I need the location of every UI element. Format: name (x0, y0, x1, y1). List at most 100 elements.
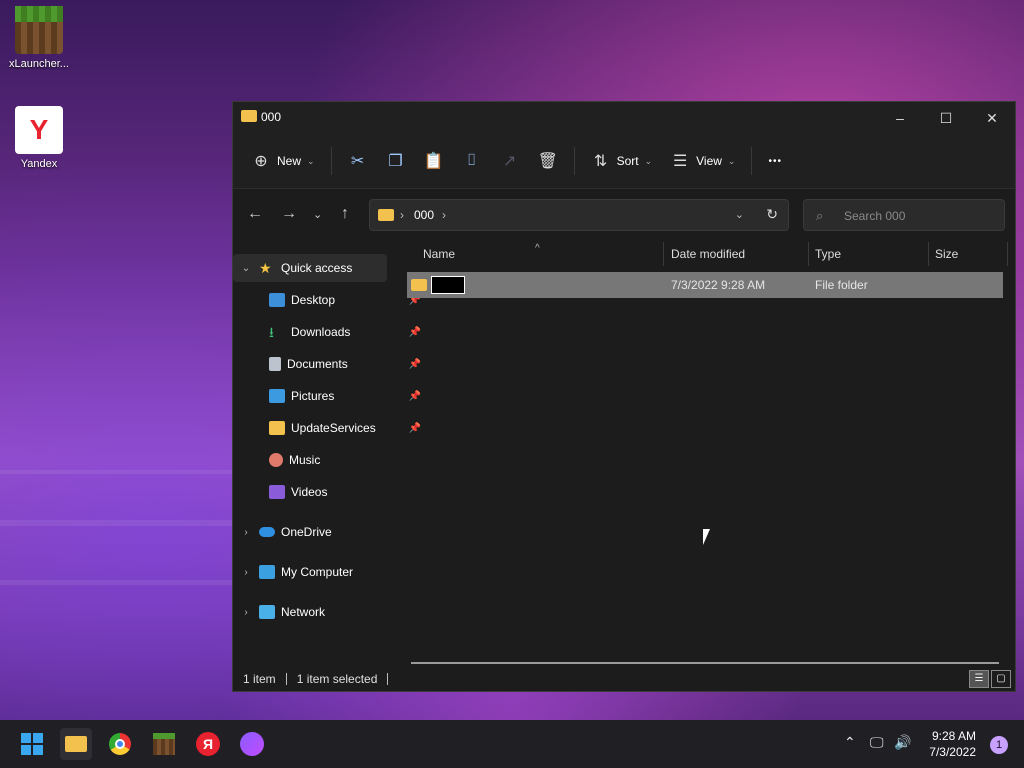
wallpaper-streak (0, 470, 232, 474)
folder-icon (241, 110, 257, 122)
delete-button[interactable]: 🗑 (530, 145, 566, 177)
forward-arrow-icon[interactable]: → (281, 205, 297, 223)
nav-item-label: Desktop (291, 293, 336, 307)
notification-badge[interactable]: 1 (990, 736, 1008, 754)
nav-item-my-computer[interactable]: › My Computer (233, 558, 387, 586)
address-row: ← → ⌄ ↑ › 000 › ⌄ ↻ ⌕ Search 000 (233, 189, 1015, 241)
chevron-down-icon: ⌄ (644, 155, 653, 166)
file-list: Name ^ Date modified Type Size 7/3/2022 … (393, 242, 1008, 662)
alice-icon[interactable] (236, 728, 268, 760)
details-view-icon[interactable]: ☰ (969, 670, 989, 688)
nav-quick-access[interactable]: ⌄ ★ Quick access (233, 254, 387, 282)
file-explorer-icon[interactable] (60, 728, 92, 760)
column-header-name[interactable]: Name (423, 242, 455, 266)
view-button[interactable]: ☰ View ⌄ (662, 145, 743, 177)
nav-item-label: Documents (287, 357, 348, 371)
column-separator[interactable] (1007, 242, 1008, 266)
network-status-icon[interactable]: 🖵 (870, 734, 884, 751)
videos-icon (269, 485, 285, 499)
command-bar: ⊕ New ⌄ ✂ ❐ 📋 ⌷ ↗ 🗑 ⇅ Sort ⌄ ☰ View ⌄ ••… (233, 134, 1015, 189)
column-separator[interactable] (808, 242, 809, 266)
nav-item-label: Quick access (281, 261, 353, 275)
column-separator[interactable] (928, 242, 929, 266)
nav-item-label: Downloads (291, 325, 351, 339)
chevron-right-icon: › (244, 526, 248, 538)
mouse-cursor-icon (703, 529, 710, 545)
chevron-down-icon: ⌄ (241, 262, 251, 274)
plus-icon: ⊕ (254, 153, 268, 170)
column-header-type[interactable]: Type (815, 242, 841, 266)
column-header-size[interactable]: Size (935, 242, 958, 266)
folder-icon (378, 209, 394, 221)
back-arrow-icon[interactable]: ← (247, 205, 263, 223)
minecraft-launcher-icon[interactable] (148, 728, 180, 760)
documents-icon (269, 357, 281, 371)
desktop-icon-xlauncher[interactable]: xLauncher... (1, 6, 77, 70)
onedrive-icon (259, 527, 275, 537)
yandex-browser-icon[interactable]: Я (192, 728, 224, 760)
title-bar[interactable]: 000 – ☐ ✕ (233, 102, 1015, 134)
breadcrumb-separator: › (400, 208, 404, 222)
up-arrow-icon[interactable]: ↑ (341, 205, 349, 223)
desktop-icon-yandex[interactable]: Y Yandex (1, 106, 77, 170)
address-bar[interactable]: › 000 › ⌄ ↻ (369, 199, 789, 231)
wallpaper-streak (0, 520, 232, 526)
copy-button[interactable]: ❐ (378, 145, 414, 177)
file-explorer-window: 000 – ☐ ✕ ⊕ New ⌄ ✂ ❐ 📋 ⌷ ↗ 🗑 ⇅ Sort ⌄ ☰… (232, 101, 1016, 692)
item-count: 1 item (243, 672, 276, 686)
nav-item-network[interactable]: › Network (233, 598, 387, 626)
search-box[interactable]: ⌕ Search 000 (803, 199, 1005, 231)
address-history-chevron-icon[interactable]: ⌄ (735, 208, 744, 221)
pictures-icon (269, 389, 285, 403)
minimize-button[interactable]: – (877, 102, 923, 134)
breadcrumb-item[interactable]: 000 (414, 208, 434, 222)
column-header-date-modified[interactable]: Date modified (671, 242, 745, 266)
divider (751, 147, 753, 175)
view-label: View (696, 154, 722, 168)
new-label: New (277, 154, 302, 168)
cut-button[interactable]: ✂ (340, 145, 376, 177)
horizontal-scrollbar[interactable] (411, 662, 999, 664)
view-icon: ☰ (672, 153, 688, 170)
start-icon[interactable] (16, 728, 48, 760)
search-icon: ⌕ (816, 208, 824, 223)
close-button[interactable]: ✕ (969, 102, 1015, 134)
new-button[interactable]: ⊕ New ⌄ (243, 145, 323, 177)
divider (573, 147, 575, 175)
table-row[interactable]: 7/3/2022 9:28 AM File folder (407, 272, 1003, 298)
clock-time: 9:28 AM (931, 729, 976, 743)
sort-icon: ⇅ (593, 153, 608, 170)
rename-input[interactable] (431, 276, 465, 294)
chevron-right-icon: › (244, 566, 248, 578)
yandex-browser-icon: Y (15, 106, 63, 154)
rename-icon: ⌷ (466, 152, 477, 169)
sort-ascending-icon: ^ (535, 242, 540, 254)
maximize-button[interactable]: ☐ (923, 102, 969, 134)
more-options-button[interactable]: ••• (760, 145, 790, 177)
volume-icon[interactable]: 🔊 (894, 734, 911, 751)
nav-item-label: Music (289, 453, 321, 467)
sort-button[interactable]: ⇅ Sort ⌄ (583, 145, 661, 177)
column-separator[interactable] (663, 242, 664, 266)
refresh-icon[interactable]: ↻ (766, 206, 778, 223)
chevron-right-icon: › (244, 606, 248, 618)
paste-button[interactable]: 📋 (416, 145, 452, 177)
folder-icon (411, 279, 427, 291)
show-hidden-icons-chevron-icon[interactable]: ⌃ (844, 734, 856, 751)
folder-icon (269, 421, 285, 435)
trash-icon: 🗑 (537, 153, 558, 170)
downloads-icon: ⭳ (269, 324, 274, 340)
clock[interactable]: 9:28 AM 7/3/2022 (929, 728, 976, 760)
nav-item-onedrive[interactable]: › OneDrive (233, 518, 387, 546)
rename-button[interactable]: ⌷ (454, 145, 490, 177)
nav-item-label: UpdateServices (291, 421, 376, 435)
chevron-down-icon: ⌄ (307, 155, 315, 166)
recent-locations-chevron-icon[interactable]: ⌄ (313, 208, 322, 221)
chrome-icon[interactable] (104, 728, 136, 760)
music-icon (269, 453, 283, 467)
cut-icon: ✂ (350, 153, 365, 170)
share-button[interactable]: ↗ (492, 145, 528, 177)
desktop-icon (269, 293, 285, 307)
navigation-pane: ⌄ ★ Quick access Desktop 📌 ⭳ Downloads 📌… (233, 242, 421, 658)
large-icons-view-icon[interactable]: ▢ (991, 670, 1011, 688)
